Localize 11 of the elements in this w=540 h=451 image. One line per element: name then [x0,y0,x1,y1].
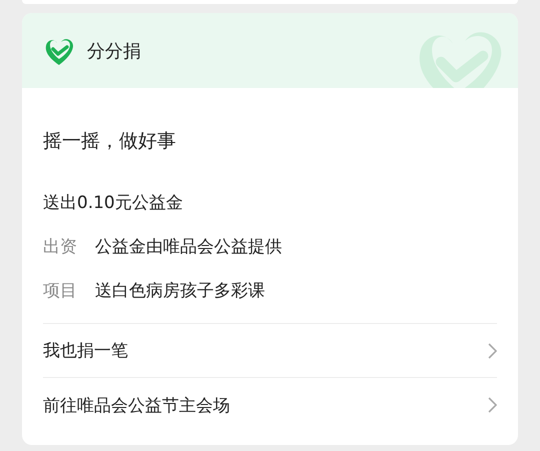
chevron-right-icon [488,397,497,413]
detail-label: 项目 [43,280,77,303]
detail-value: 公益金由唯品会公益提供 [95,236,282,259]
detail-label: 出资 [43,236,77,259]
amount-text: 送出0.10元公益金 [43,192,184,215]
headline: 摇一摇，做好事 [43,129,177,153]
detail-value: 送白色病房孩子多彩课 [95,280,265,303]
link-row[interactable]: 我也捐一笔 [43,324,497,378]
link-row[interactable]: 前往唯品会公益节主会场 [43,378,497,432]
card-title: 分分捐 [87,40,141,62]
chevron-right-icon [488,342,497,358]
